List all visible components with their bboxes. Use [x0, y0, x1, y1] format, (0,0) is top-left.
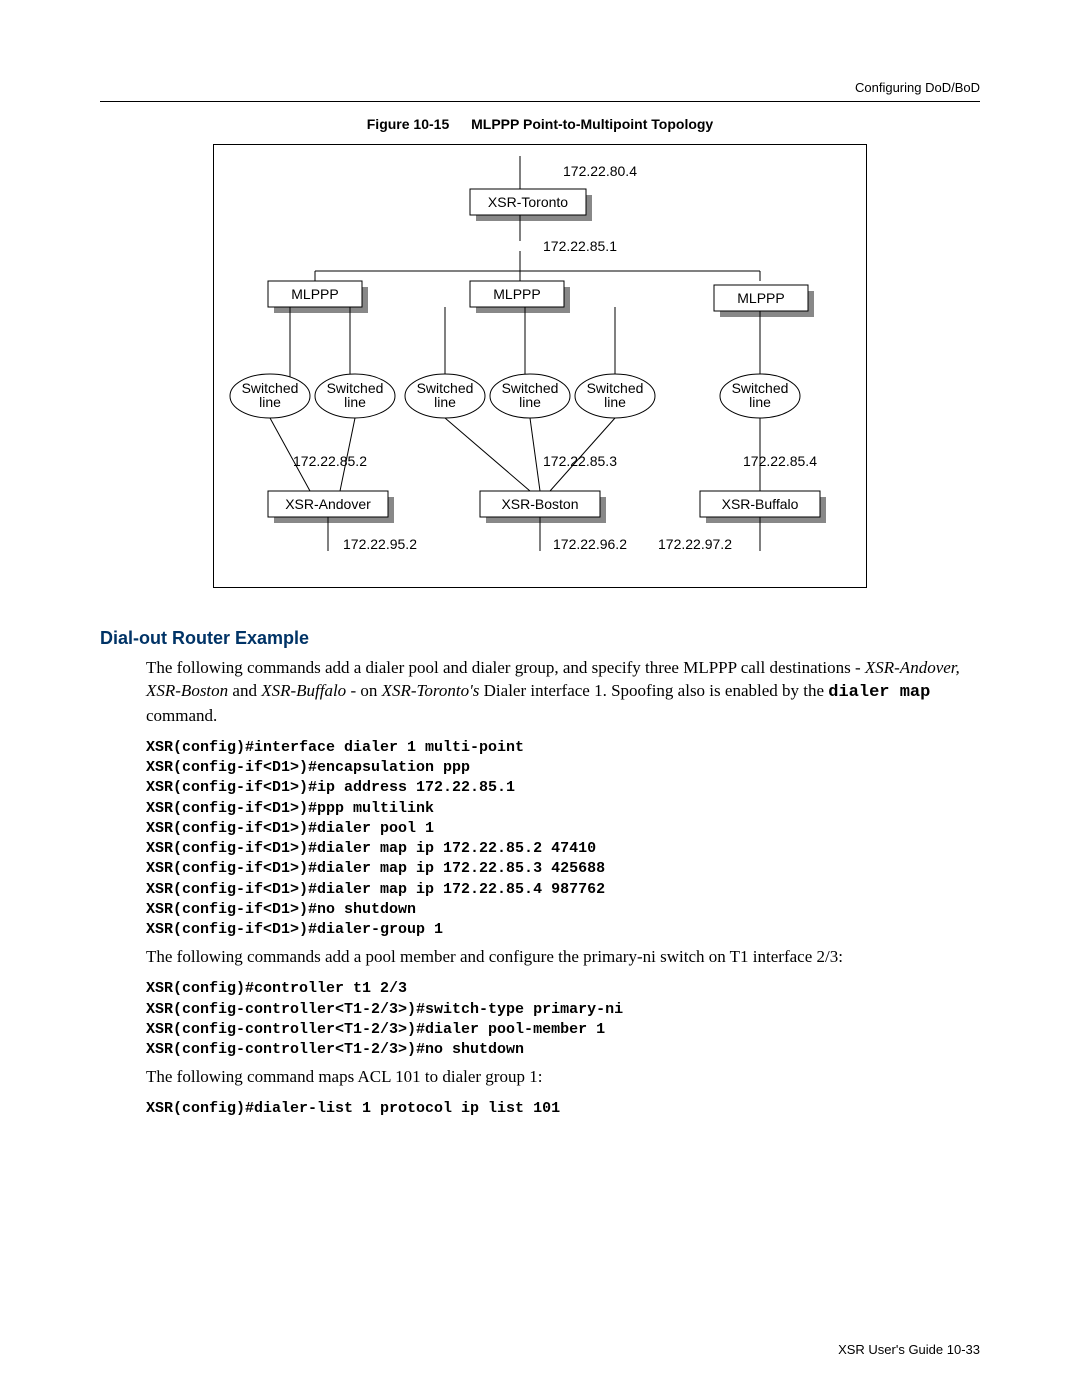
figure-title: MLPPP Point-to-Multipoint Topology: [471, 116, 713, 132]
para-2: The following commands add a pool member…: [146, 946, 980, 969]
spoke1-lan-ip: 172.22.96.2: [553, 536, 627, 552]
spoke1-dialer-ip: 172.22.85.3: [543, 453, 617, 469]
mlppp-label-1: MLPPP: [493, 286, 540, 302]
figure-number: Figure 10-15: [367, 116, 449, 132]
spoke2-dialer-ip: 172.22.85.4: [743, 453, 817, 469]
svg-text:line: line: [344, 394, 366, 410]
spoke2-lan-ip: 172.22.97.2: [658, 536, 732, 552]
svg-text:line: line: [434, 394, 456, 410]
section-heading: Dial-out Router Example: [100, 628, 980, 649]
intro-paragraph: The following commands add a dialer pool…: [146, 657, 980, 728]
hub-name: XSR-Toronto: [488, 194, 568, 210]
code-block-2: XSR(config)#controller t1 2/3 XSR(config…: [146, 979, 980, 1060]
topology-diagram: 172.22.80.4 XSR-Toronto 172.22.85.1: [213, 144, 867, 588]
page-footer: XSR User's Guide 10-33: [838, 1342, 980, 1357]
svg-text:line: line: [519, 394, 541, 410]
code-block-1: XSR(config)#interface dialer 1 multi-poi…: [146, 738, 980, 941]
spoke0-dialer-ip: 172.22.85.2: [293, 453, 367, 469]
spoke0-lan-ip: 172.22.95.2: [343, 536, 417, 552]
para-3: The following command maps ACL 101 to di…: [146, 1066, 980, 1089]
spoke0-name: XSR-Andover: [285, 496, 371, 512]
switched-line-0b: line: [259, 394, 281, 410]
figure-caption: Figure 10-15 MLPPP Point-to-Multipoint T…: [100, 116, 980, 132]
code-block-3: XSR(config)#dialer-list 1 protocol ip li…: [146, 1099, 980, 1119]
spoke2-name: XSR-Buffalo: [722, 496, 799, 512]
hub-wan-ip: 172.22.80.4: [563, 163, 637, 179]
mlppp-label-0: MLPPP: [291, 286, 338, 302]
spoke1-name: XSR-Boston: [501, 496, 578, 512]
svg-text:line: line: [749, 394, 771, 410]
hub-dialer-ip: 172.22.85.1: [543, 238, 617, 254]
mlppp-label-2: MLPPP: [737, 290, 784, 306]
svg-text:line: line: [604, 394, 626, 410]
page-header: Configuring DoD/BoD: [100, 80, 980, 95]
header-rule: [100, 101, 980, 102]
